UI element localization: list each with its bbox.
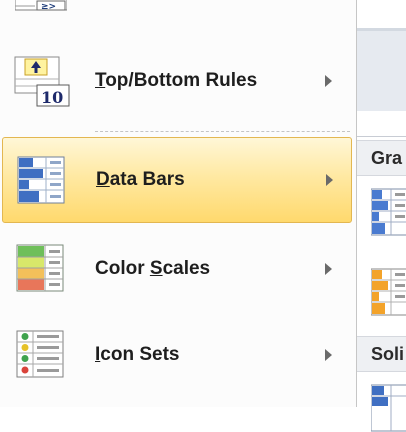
submenu-border <box>357 136 406 137</box>
conditional-formatting-menu: ≥> 10 Top/Bottom Rules Data Bars Color S… <box>0 0 357 407</box>
gallery-section-header-solid: Soli <box>357 336 406 372</box>
submenu-arrow-icon <box>325 263 332 275</box>
menu-item-data-bars[interactable]: Data Bars <box>2 137 352 223</box>
icon-sets-icon <box>16 330 64 378</box>
data-bars-icon <box>17 156 65 204</box>
top-bottom-rules-icon: 10 <box>14 56 70 107</box>
menu-item-label: Icon Sets <box>95 344 180 365</box>
menu-item-top-bottom-rules[interactable]: 10 Top/Bottom Rules <box>0 38 354 124</box>
svg-text:≥>: ≥> <box>41 2 56 12</box>
menu-item-icon-sets[interactable]: Icon Sets <box>0 312 354 398</box>
top-bottom-rules-icon-text: 10 <box>41 88 63 107</box>
menu-item-label: Data Bars <box>96 169 185 190</box>
menu-item-label: Color Scales <box>95 258 211 279</box>
menu-item-color-scales[interactable]: Color Scales <box>0 226 354 312</box>
highlight-cells-rules-icon: ≥> <box>15 0 67 12</box>
spreadsheet-area <box>357 0 406 28</box>
data-bars-submenu: Gra Soli <box>357 0 406 432</box>
blue-data-bar-icon[interactable] <box>371 188 406 236</box>
orange-data-bar-icon[interactable] <box>371 268 406 316</box>
color-scales-icon <box>16 244 64 292</box>
gallery-section-header-gradient: Gra <box>357 140 406 176</box>
submenu-arrow-icon <box>325 349 332 361</box>
menu-separator <box>95 131 350 132</box>
submenu-arrow-icon <box>325 75 332 87</box>
menu-item-label: Top/Bottom Rules <box>95 70 258 91</box>
solid-blue-data-bar-icon[interactable] <box>371 384 406 432</box>
spreadsheet-area <box>357 31 406 111</box>
submenu-arrow-icon <box>326 174 333 186</box>
spreadsheet-area <box>357 111 406 136</box>
